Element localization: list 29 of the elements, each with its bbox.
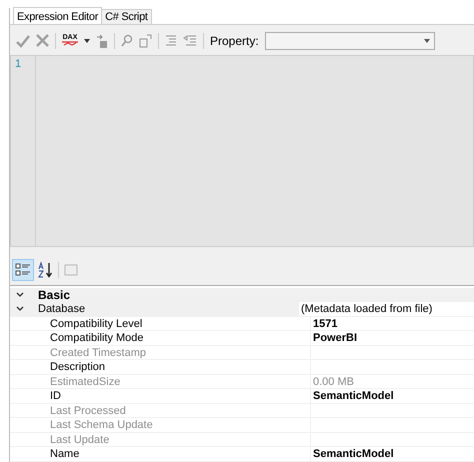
tab[interactable]: Expression Editor <box>13 7 102 24</box>
line-number: 1 <box>15 58 22 70</box>
property-name[interactable]: Compatibility Level <box>50 318 310 330</box>
property-value: PowerBI <box>313 332 358 344</box>
checkmark-icon[interactable] <box>16 34 30 48</box>
property-name[interactable]: Compatibility Mode <box>50 332 310 344</box>
property-value: SemanticModel <box>313 448 394 460</box>
caret-icon[interactable] <box>424 38 430 43</box>
indent-icon[interactable] <box>165 34 177 47</box>
chevron-icon[interactable] <box>16 292 24 298</box>
property-value: (Metadata loaded from file) <box>301 303 432 316</box>
caret-icon[interactable] <box>84 38 90 43</box>
property-name[interactable]: Name <box>50 448 310 460</box>
outdent-icon[interactable] <box>183 34 197 47</box>
property-label: Property: <box>210 34 259 48</box>
chevron-icon[interactable] <box>16 306 24 312</box>
property-name[interactable]: ID <box>50 390 310 402</box>
property-value: 0.00 MB <box>313 376 354 388</box>
replace-icon[interactable] <box>139 34 152 48</box>
arrow-into-box-icon[interactable] <box>96 34 108 48</box>
property-name[interactable]: Description <box>50 361 310 374</box>
property-name[interactable]: Database <box>38 303 298 316</box>
search-icon[interactable] <box>121 34 133 48</box>
property-value: 1571 <box>313 318 338 330</box>
property-value: SemanticModel <box>313 390 394 402</box>
category-label[interactable]: Basic <box>38 288 70 302</box>
tab[interactable]: C# Script <box>101 9 152 24</box>
close-icon[interactable] <box>36 34 49 48</box>
categorized-view-icon[interactable] <box>12 258 34 281</box>
